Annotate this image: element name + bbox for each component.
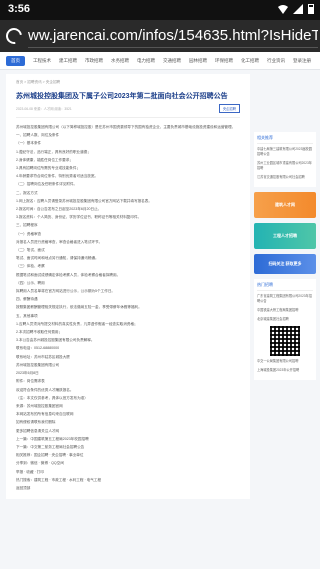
nav-item[interactable]: 登录注册 [293, 58, 311, 64]
article-paragraph: （一）资格审查 [16, 231, 42, 236]
article-paragraph: 分享到：微信 · 微博 · QQ空间 [16, 461, 64, 466]
article: 首页 > 招聘资讯 > 央企招聘 苏州城投控股集团及下属子公司2023年第二批面… [6, 74, 250, 500]
article-paragraph: 相关推荐：国企招聘 · 央企招聘 · 事业单位 [16, 453, 84, 458]
article-paragraph: 二、报名方式 [16, 190, 38, 195]
reload-button[interactable] [0, 20, 28, 52]
article-paragraph: （二）招聘岗位及任职条件详见附件。 [16, 182, 78, 187]
article-paragraph: 热门搜索：建筑工程 · 市政工程 · 水利工程 · 电气工程 [16, 477, 102, 482]
article-paragraph: 对报名人员进行资格审查，审查合格者进入笔试环节。 [16, 239, 103, 244]
nav-item[interactable]: 首页 [6, 55, 25, 66]
divider [16, 117, 240, 118]
status-time: 3:56 [8, 3, 31, 15]
nav-item[interactable]: 环保招聘 [215, 58, 233, 64]
article-paragraph: 2.本次招聘不收取任何费用； [16, 330, 63, 335]
article-meta-row: 2023-06-08 来源：人才网 阅读：3521 央企招聘 [16, 104, 240, 113]
reload-icon [2, 24, 26, 48]
nav-item[interactable]: 园林招聘 [189, 58, 207, 64]
article-paragraph: 附件：岗位需求表 [16, 379, 45, 384]
sidebar-recommend: 相关推荐 中建七局第三建筑有限公司2023届校园招聘公告 苏州工业园区城市重建有限… [254, 132, 316, 187]
article-paragraph: 欢迎符合条件的优秀人才踊跃报名。 [16, 387, 74, 392]
article-paragraph: 拟聘用人员名单将在官方网站进行公示，公示期为5个工作日。 [16, 289, 116, 294]
article-paragraph: 上一篇：中国建筑第五工程局2023年校园招聘 [16, 436, 89, 441]
article-paragraph: 2.报名时间：自公告发布之日起至2023年6月20日止。 [16, 207, 102, 212]
article-paragraph: 按照集团薪酬管理相关规定执行，依法缴纳五险一金，享受带薪年休假等福利。 [16, 305, 142, 310]
sidebar-link[interactable]: 北京城建集团社会招聘 [257, 317, 313, 322]
article-body: 苏州城投控股集团有限公司（以下简称城投控股）是在苏州市国资委领导下的国有独资企业… [16, 124, 240, 491]
article-paragraph: 3.具有招聘岗位所需的专业或技能条件； [16, 166, 81, 171]
status-icons [278, 4, 314, 14]
article-paragraph: （二）笔试、面试 [16, 248, 45, 253]
battery-icon [308, 4, 314, 14]
sidebar-link[interactable]: 广东省建筑工程集团有限公司2023年招聘公告 [257, 294, 313, 304]
article-paragraph: （一）基本条件 [16, 141, 42, 146]
article-paragraph: 根据笔试和面试成绩确定体检考察人员，体检考察合格者拟聘用。 [16, 272, 121, 277]
category-tag[interactable]: 央企招聘 [218, 104, 240, 113]
article-paragraph: 笔试、面试时间和地点另行通知，请保持通讯畅通。 [16, 256, 99, 261]
article-title: 苏州城投控股集团及下属子公司2023年第二批面向社会公开招聘公告 [16, 93, 228, 100]
article-paragraph: 五、其他事项 [16, 313, 38, 318]
article-paragraph: 下一篇：中交第二航务工程局社会招聘公告 [16, 444, 85, 449]
nav-item[interactable]: 行业资讯 [267, 58, 285, 64]
ad-banner-orange[interactable]: 建筑人才网 [254, 192, 316, 218]
sidebar: 相关推荐 中建七局第三建筑有限公司2023届校园招聘公告 苏州工业园区城市重建有限… [254, 132, 316, 385]
sidebar-link[interactable]: 苏州工业园区城市重建有限公司2023年招聘 [257, 161, 313, 171]
article-paragraph: 三、招聘程序 [16, 223, 38, 228]
article-paragraph: 如有侵权请联系我们删除 [16, 420, 56, 425]
breadcrumb[interactable]: 首页 > 招聘资讯 > 央企招聘 [16, 80, 240, 85]
sidebar-link[interactable]: 江苏省交通控股有限公司社会招聘 [257, 175, 313, 180]
article-paragraph: 联系电话：0512-68880000 [16, 346, 60, 351]
article-paragraph: 联系地址：苏州市姑苏区城投大厦 [16, 354, 70, 359]
article-paragraph: 1.应聘人员须对所提交材料的真实性负责，凡弄虚作假者一经查实取消资格； [16, 321, 138, 326]
site-nav: 首页 工程技术 建工招聘 市政招聘 水务招聘 电力招聘 交通招聘 园林招聘 环保招聘 化工招聘 行业… [0, 52, 320, 70]
article-paragraph: 4.年龄要求符合岗位条件，特别优秀者可适当放宽。 [16, 174, 99, 179]
nav-item[interactable]: 工程技术 [33, 58, 51, 64]
article-paragraph: 本网站发布的所有信息均来自互联网 [16, 412, 74, 417]
nav-item[interactable]: 市政招聘 [85, 58, 103, 64]
nav-item[interactable]: 水务招聘 [111, 58, 129, 64]
article-paragraph: （四）公示、聘用 [16, 280, 45, 285]
article-meta: 2023-06-08 来源：人才网 阅读：3521 [16, 107, 72, 111]
article-paragraph: 四、薪酬待遇 [16, 297, 38, 302]
ad-banner-blue[interactable]: 扫码关注 获取更多 [254, 254, 316, 274]
status-bar: 3:56 [0, 0, 320, 20]
article-paragraph: 一、招聘人数、岗位及条件 [16, 133, 60, 138]
article-paragraph: 来源：苏州城投控股集团官网 [16, 403, 63, 408]
sidebar-link[interactable]: 中国铁建大桥工程局集团招聘 [257, 308, 313, 313]
article-paragraph: 苏州城投控股集团有限公司 [16, 362, 60, 367]
article-paragraph: （注：本文仅供参考，具体以官方发布为准） [16, 395, 88, 400]
sidebar-heading-hot: 热门招聘 [257, 282, 313, 291]
sidebar-link[interactable]: 中交一公局集团有限公司招聘 [257, 359, 313, 364]
nav-item[interactable]: 化工招聘 [241, 58, 259, 64]
sidebar-link[interactable]: 中建七局第三建筑有限公司2023届校园招聘公告 [257, 147, 313, 157]
article-paragraph: 更多招聘信息请关注人才网 [16, 428, 60, 433]
sidebar-heading: 相关推荐 [257, 135, 313, 144]
web-page: 首页 工程技术 建工招聘 市政招聘 水务招聘 电力招聘 交通招聘 园林招聘 环保招聘 化工招聘 行业… [0, 52, 320, 569]
article-paragraph: 3.报名资料：个人简历、身份证、学历学位证书、职称证书等相关材料复印件。 [16, 215, 142, 220]
article-paragraph: 苏州城投控股集团有限公司（以下简称城投控股）是在苏州市国资委领导下的国有独资企业… [16, 125, 236, 129]
nav-item[interactable]: 电力招聘 [137, 58, 155, 64]
url-field[interactable]: ww.jarencai.com/infos/154635.html?IsHide… [28, 24, 318, 48]
nav-item[interactable]: 交通招聘 [163, 58, 181, 64]
article-paragraph: 2.身体健康，能胜任岗位工作要求； [16, 157, 73, 162]
article-paragraph: 举报 · 收藏 · 打印 [16, 469, 44, 474]
qr-code-icon [270, 326, 300, 356]
article-paragraph: 2023年6月8日 [16, 371, 39, 376]
article-paragraph: 返回顶部 [16, 485, 31, 490]
article-paragraph: （三）体检、考察 [16, 264, 45, 269]
ad-banner-teal[interactable]: 工程人才招聘 [254, 223, 316, 249]
article-paragraph: 1.遵纪守法，品行端正，具有良好的职业道德； [16, 149, 91, 154]
nav-item[interactable]: 建工招聘 [59, 58, 77, 64]
browser-toolbar: ww.jarencai.com/infos/154635.html?IsHide… [0, 20, 320, 52]
wifi-icon [278, 5, 288, 14]
sidebar-hot: 热门招聘 广东省建筑工程集团有限公司2023年招聘公告中国铁建大桥工程局集团招聘… [254, 279, 316, 380]
article-paragraph: 3.本公告由苏州城投控股集团有限公司负责解释。 [16, 338, 95, 343]
sidebar-link[interactable]: 上海城投集团2023年公开招聘 [257, 368, 313, 373]
signal-icon [293, 4, 303, 14]
article-paragraph: 1.网上报名：应聘人员请登录苏州城投控股集团有限公司官方网站下载并填写报名表。 [16, 198, 152, 203]
